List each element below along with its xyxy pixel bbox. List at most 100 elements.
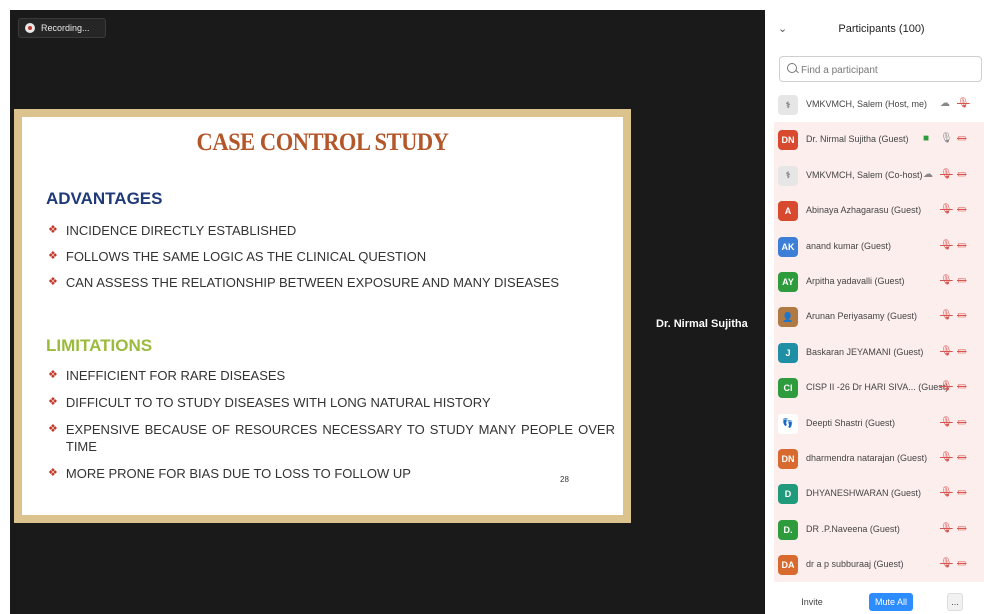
cloud-icon[interactable]: ☁ xyxy=(923,169,933,181)
avatar: AY xyxy=(778,271,798,292)
bullet-item: ❖ EXPENSIVE BECAUSE OF RESOURCES NECESSAR… xyxy=(48,422,615,454)
panel-header: ⌄ Participants (100) xyxy=(765,10,984,48)
more-button[interactable]: ... xyxy=(947,593,963,611)
mic-off-icon[interactable]: 🎙 xyxy=(940,275,953,287)
bullet-icon: ❖ xyxy=(48,250,58,262)
participant-name: Baskaran JEYAMANI (Guest) xyxy=(806,346,924,357)
participant-row[interactable]: 👣 Deepti Shastri (Guest) 🎙 ▭ xyxy=(774,405,984,441)
avatar: DA xyxy=(778,555,798,576)
participant-name: dharmendra natarajan (Guest) xyxy=(806,452,928,463)
limitations-heading: LIMITATIONS xyxy=(46,336,153,355)
mic-off-icon[interactable]: 🎙 xyxy=(940,346,953,358)
avatar: ⚕ xyxy=(778,95,798,115)
slide-page-number: 28 xyxy=(560,475,569,484)
cam-off-icon[interactable]: ▭ xyxy=(957,204,966,216)
avatar: ⚕ xyxy=(778,165,798,186)
avatar: D xyxy=(778,484,798,505)
participant-row[interactable]: CI CISP II -26 Dr HARI SIVA... (Guest) 🎙 ▭ xyxy=(774,370,984,406)
bullet-icon: ❖ xyxy=(48,369,58,381)
mic-off-icon[interactable]: 🎙 xyxy=(940,487,953,499)
mic-off-icon[interactable]: 🎙 xyxy=(940,381,953,393)
participant-row[interactable]: ⚕ VMKVMCH, Salem (Host, me) ☁ 🎙 xyxy=(774,87,984,122)
participant-row[interactable]: 👤 Arunan Periyasamy (Guest) 🎙 ▭ xyxy=(774,299,984,335)
participant-row[interactable]: DN dharmendra natarajan (Guest) 🎙 ▭ xyxy=(774,440,984,477)
participant-row[interactable]: D. DR .P.Naveena (Guest) 🎙 ▭ xyxy=(774,511,984,548)
bullet-icon: ❖ xyxy=(48,396,58,408)
participant-row[interactable]: DA dr a p subburaaj (Guest) 🎙 ▭ xyxy=(774,547,984,583)
mic-off-icon[interactable]: 🎙 xyxy=(940,169,953,181)
participants-panel: ⌄ Participants (100) ⚕ VMKVMCH, Salem (Ho… xyxy=(765,10,984,614)
cam-off-icon[interactable]: ▭ xyxy=(957,381,966,393)
cam-off-icon[interactable]: ▭ xyxy=(957,417,966,429)
mute-all-button[interactable]: Mute All xyxy=(869,593,913,611)
participant-search[interactable] xyxy=(779,56,982,82)
mic-icon[interactable]: 🎙 xyxy=(940,133,953,145)
bullet-item: ❖ CAN ASSESS THE RELATIONSHIP BETWEEN EXP… xyxy=(48,275,560,290)
participant-name: Arunan Periyasamy (Guest) xyxy=(806,311,918,322)
participant-name: CISP II -26 Dr HARI SIVA... (Guest) xyxy=(806,382,949,393)
mic-off-icon[interactable]: 🎙 xyxy=(940,204,953,216)
recording-icon xyxy=(25,23,35,33)
participant-name: Deepti Shastri (Guest) xyxy=(806,417,896,428)
panel-footer: Invite Mute All ... xyxy=(765,590,984,614)
cam-off-icon[interactable]: ▭ xyxy=(957,558,966,570)
avatar: AK xyxy=(778,236,798,257)
cam-off-icon[interactable]: ▭ xyxy=(957,523,966,535)
bullet-item: ❖ FOLLOWS THE SAME LOGIC AS THE CLINICAL … xyxy=(48,249,427,264)
participant-name: anand kumar (Guest) xyxy=(806,240,892,251)
participant-name: Dr. Nirmal Sujitha (Guest) xyxy=(806,134,909,145)
participant-name: VMKVMCH, Salem (Co-host) xyxy=(806,169,923,180)
participant-row[interactable]: AK anand kumar (Guest) 🎙 ▭ xyxy=(774,228,984,264)
participant-row[interactable]: A Abinaya Azhagarasu (Guest) 🎙 ▭ xyxy=(774,193,984,229)
avatar: D. xyxy=(778,519,798,540)
cam-off-icon[interactable]: ▭ xyxy=(957,169,966,181)
participant-name: dr a p subburaaj (Guest) xyxy=(806,559,904,570)
mic-off-icon[interactable]: 🎙 xyxy=(957,98,970,110)
participant-row[interactable]: DN Dr. Nirmal Sujitha (Guest) ■ 🎙 ▭ xyxy=(774,122,984,158)
bullet-icon: ❖ xyxy=(48,224,58,236)
invite-button[interactable]: Invite xyxy=(797,593,827,611)
avatar: CI xyxy=(778,378,798,399)
participant-name: Abinaya Azhagarasu (Guest) xyxy=(806,205,922,216)
cam-off-icon[interactable]: ▭ xyxy=(957,346,966,358)
avatar: DN xyxy=(778,130,798,151)
participant-row[interactable]: AY Arpitha yadavalli (Guest) 🎙 ▭ xyxy=(774,263,984,300)
cam-off-icon[interactable]: ▭ xyxy=(957,452,966,464)
mic-off-icon[interactable]: 🎙 xyxy=(940,523,953,535)
share-icon: ■ xyxy=(923,133,930,145)
shared-screen: CASE CONTROL STUDY ADVANTAGES ❖ INCIDENCE… xyxy=(14,109,631,523)
advantages-heading: ADVANTAGES xyxy=(46,189,163,208)
cloud-icon[interactable]: ☁ xyxy=(940,98,950,110)
bullet-icon: ❖ xyxy=(48,423,58,435)
avatar: 👤 xyxy=(778,307,798,328)
cam-off-icon[interactable]: ▭ xyxy=(957,275,966,287)
search-input[interactable] xyxy=(799,60,978,80)
search-icon xyxy=(787,63,797,73)
bullet-icon: ❖ xyxy=(48,467,58,479)
cam-off-icon[interactable]: ▭ xyxy=(957,240,966,252)
avatar: 👣 xyxy=(778,413,798,434)
participant-name: DR .P.Naveena (Guest) xyxy=(806,523,900,534)
slide: CASE CONTROL STUDY ADVANTAGES ❖ INCIDENCE… xyxy=(22,117,623,515)
panel-title: Participants (100) xyxy=(838,23,925,35)
mic-off-icon[interactable]: 🎙 xyxy=(940,417,953,429)
mic-off-icon[interactable]: 🎙 xyxy=(940,240,953,252)
avatar: DN xyxy=(778,448,798,469)
recording-indicator[interactable]: Recording... xyxy=(18,18,106,38)
bullet-item: ❖ MORE PRONE FOR BIAS DUE TO LOSS TO FOLL… xyxy=(48,466,411,481)
participant-row[interactable]: D DHYANESHWARAN (Guest) 🎙 ▭ xyxy=(774,476,984,512)
mic-off-icon[interactable]: 🎙 xyxy=(940,310,953,322)
video-stage: Recording... CASE CONTROL STUDY ADVANTAG… xyxy=(10,10,765,614)
cam-off-icon[interactable]: ▭ xyxy=(957,133,966,145)
bullet-item: ❖ INEFFICIENT FOR RARE DISEASES xyxy=(48,368,286,383)
participant-list: ⚕ VMKVMCH, Salem (Host, me) ☁ 🎙 DN Dr. Nirmal… xyxy=(774,87,984,583)
bullet-icon: ❖ xyxy=(48,276,58,288)
avatar: J xyxy=(778,342,798,363)
mic-off-icon[interactable]: 🎙 xyxy=(940,558,953,570)
participant-row[interactable]: J Baskaran JEYAMANI (Guest) 🎙 ▭ xyxy=(774,334,984,371)
cam-off-icon[interactable]: ▭ xyxy=(957,487,966,499)
participant-name: Arpitha yadavalli (Guest) xyxy=(806,275,905,286)
cam-off-icon[interactable]: ▭ xyxy=(957,310,966,322)
participant-row[interactable]: ⚕ VMKVMCH, Salem (Co-host) ☁ 🎙 ▭ xyxy=(774,157,984,194)
mic-off-icon[interactable]: 🎙 xyxy=(940,452,953,464)
